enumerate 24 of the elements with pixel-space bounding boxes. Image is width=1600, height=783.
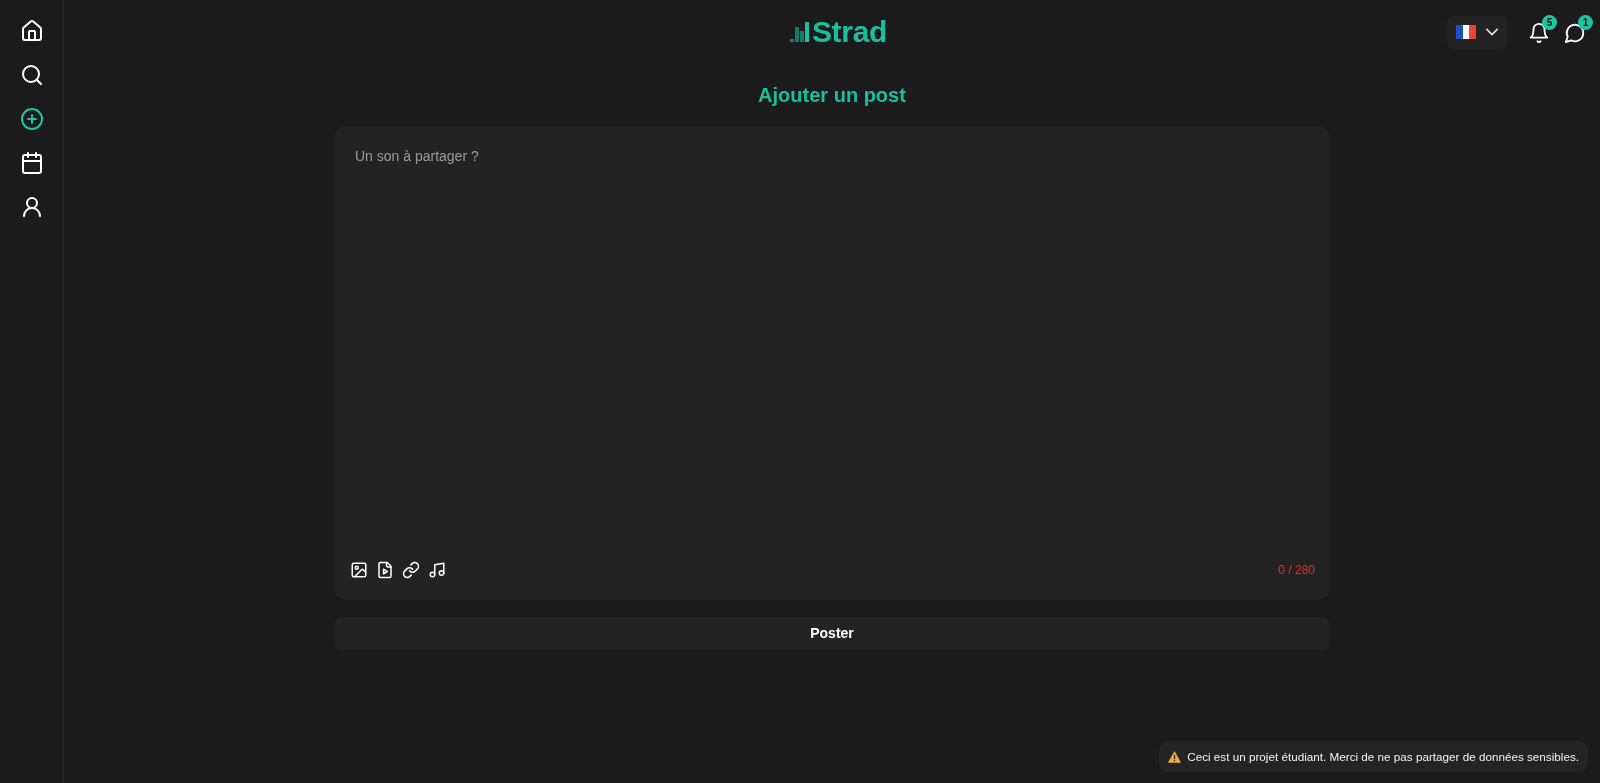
language-selector[interactable] <box>1447 15 1507 49</box>
chevron-down-icon <box>1486 26 1498 38</box>
composer-field[interactable]: Un son à partager ? 0 / 280 <box>335 126 1329 600</box>
logo-text: Strad <box>811 17 888 47</box>
messages-button[interactable]: 1 <box>1564 14 1593 44</box>
notice-text: Ceci est un projet étudiant. Merci de ne pas partager de données sensibles. <box>1187 748 1579 765</box>
home-button[interactable] <box>19 19 44 43</box>
add-image-button[interactable] <box>350 561 368 579</box>
add-music-button[interactable] <box>428 561 446 579</box>
notifications-button[interactable]: 5 <box>1528 14 1557 44</box>
calendar-button[interactable] <box>19 151 44 175</box>
count-badge: 5 <box>1542 14 1557 30</box>
count-badge: 1 <box>1578 14 1593 30</box>
add-post-button[interactable] <box>19 107 44 131</box>
logo-bars-icon <box>789 22 809 42</box>
character-counter: 0 / 280 <box>1278 563 1315 577</box>
add-video-button[interactable] <box>376 561 394 579</box>
add-link-button[interactable] <box>402 561 420 579</box>
flag-icon <box>1456 25 1476 39</box>
search-button[interactable] <box>19 63 44 87</box>
warning-icon <box>1168 750 1182 763</box>
post-button[interactable]: Poster <box>335 617 1329 650</box>
page-title: Ajouter un post <box>757 83 907 108</box>
post-text-field[interactable]: Un son à partager ? <box>350 142 1315 560</box>
